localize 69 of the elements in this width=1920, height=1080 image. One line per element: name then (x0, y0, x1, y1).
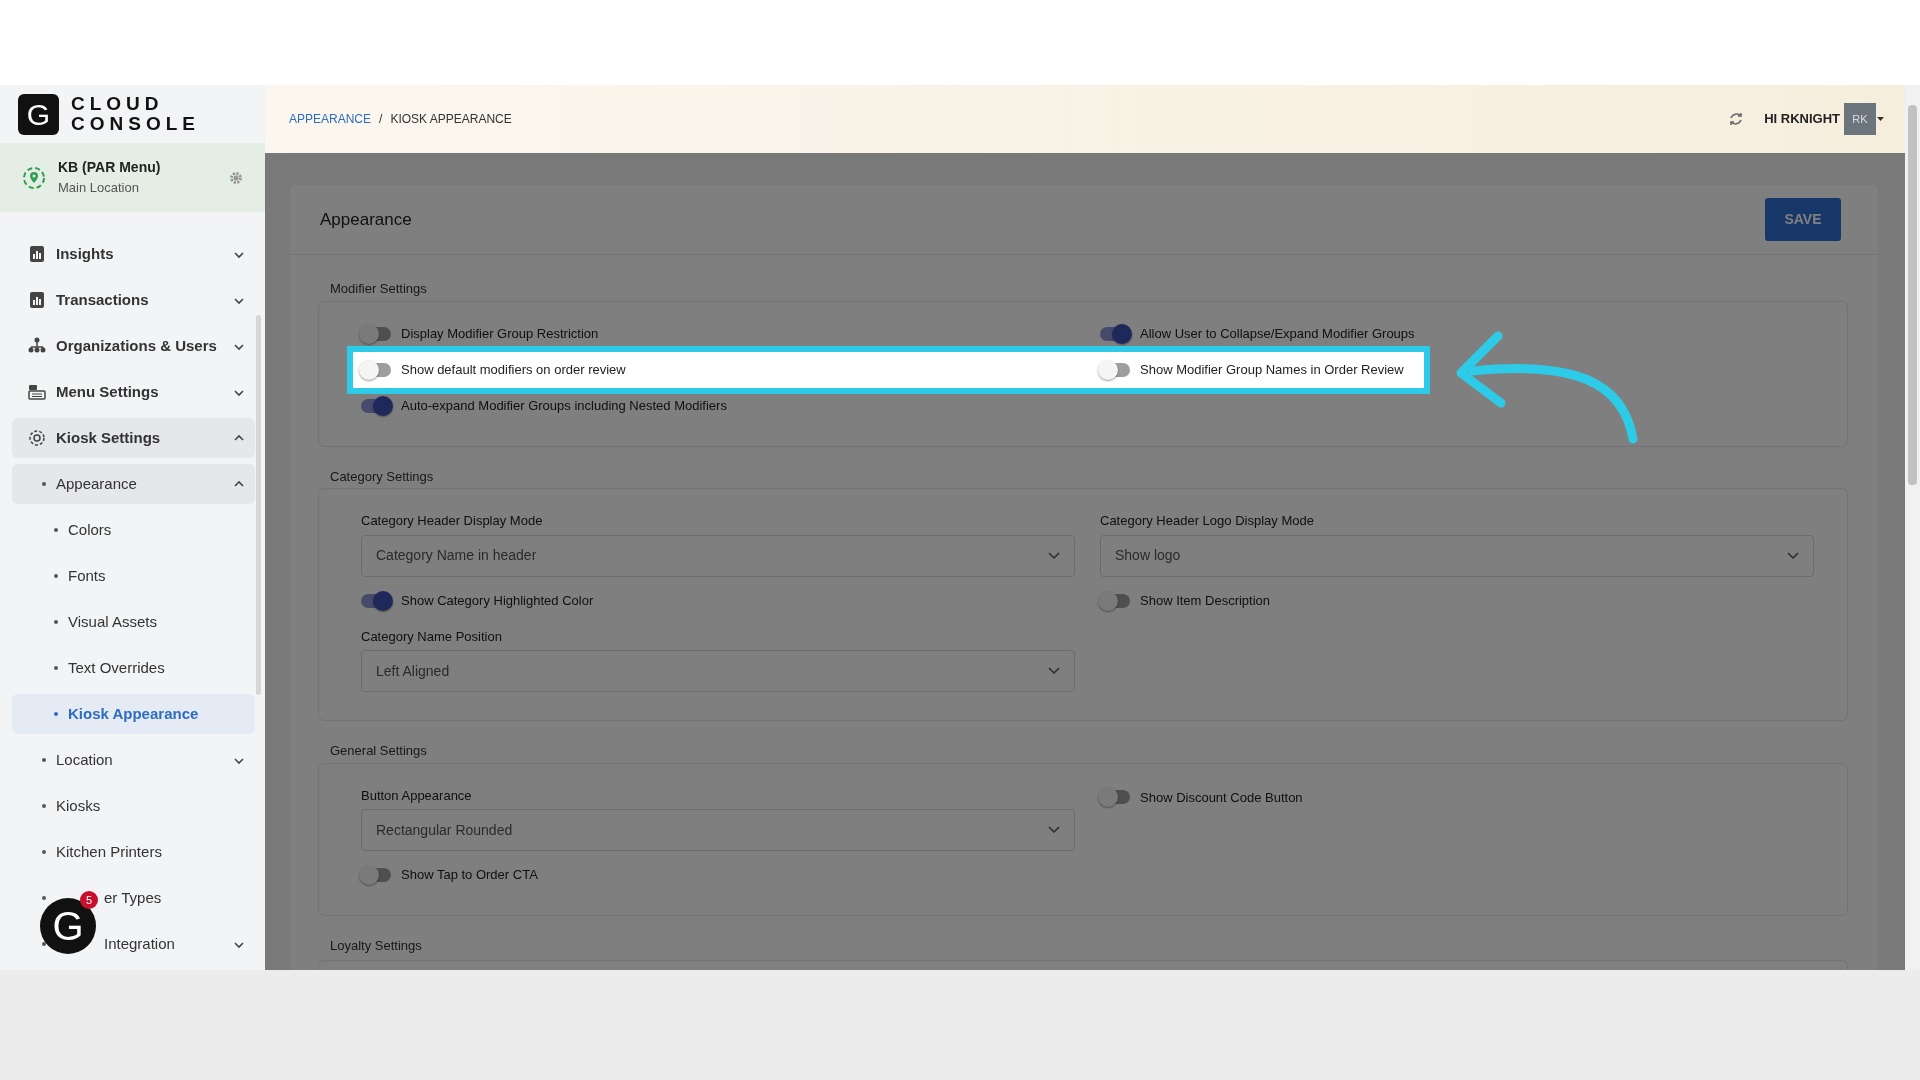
select-field[interactable]: Show logo (1100, 534, 1814, 577)
field-label: Button Appearance (361, 786, 473, 805)
section-title: Modifier Settings (330, 280, 428, 298)
sidebar-item[interactable]: Fonts (12, 556, 255, 596)
menu-icon (28, 244, 46, 264)
toggle-label: Auto-expand Modifier Groups including Nested Modifiers (401, 396, 727, 415)
chevron-down-icon (1048, 667, 1060, 675)
toggle-label: Show Discount Code Button (1140, 788, 1303, 807)
toggle-switch[interactable] (1100, 790, 1130, 805)
field-label: Category Header Display Mode (361, 512, 544, 530)
sidebar-item[interactable]: Insights (12, 234, 255, 274)
breadcrumb-link[interactable]: APPEARANCE (289, 110, 372, 128)
menu-icon (28, 428, 46, 448)
user-avatar[interactable]: RK (1844, 103, 1876, 135)
sidebar-item[interactable]: Text Overrides (12, 648, 255, 688)
toggle-label: Allow User to Collapse/Expand Modifier Groups (1140, 324, 1415, 343)
toggle-label: Show Item Description (1140, 591, 1271, 610)
toggle-switch[interactable] (1100, 326, 1130, 341)
field-label: Category Name Position (361, 627, 503, 646)
location-pin-icon (22, 165, 46, 190)
sidebar-item[interactable]: Kiosk Settings (12, 418, 255, 458)
sidebar-item[interactable]: Organizations & Users (12, 326, 255, 366)
sidebar-item[interactable]: Transactions (12, 280, 255, 320)
chevron-down-icon (1048, 826, 1060, 834)
location-name: KB (PAR Menu) (58, 158, 162, 178)
select-field[interactable]: Rectangular Rounded (361, 809, 1075, 851)
section-title: Category Settings (330, 467, 435, 486)
toggle-switch[interactable] (1100, 362, 1130, 377)
toggle-label: Show Category Highlighted Color (401, 591, 594, 610)
toggle-label: Show Tap to Order CTA (401, 866, 538, 885)
sidebar-item[interactable]: Appearance (12, 464, 255, 504)
sidebar-item[interactable]: Kiosk Appearance (12, 694, 255, 734)
toggle-label: Show Modifier Group Names in Order Review (1140, 360, 1404, 379)
select-field[interactable]: Category Name in header (361, 534, 1075, 577)
toggle-switch[interactable] (361, 362, 391, 377)
location-subtitle: Main Location (58, 179, 140, 198)
menu-icon (28, 290, 46, 310)
chevron-down-icon (1048, 551, 1060, 560)
sidebar-item[interactable]: Colors (12, 510, 255, 550)
logo-text: CLOUD (71, 94, 165, 115)
select-field[interactable]: Left Aligned (361, 650, 1075, 692)
breadcrumb-current: KIOSK APPEARANCE (390, 111, 512, 128)
logo-text: CONSOLE (71, 114, 200, 135)
toggle-switch[interactable] (361, 326, 391, 341)
page-title: Appearance (320, 208, 412, 231)
user-greeting: HI RKNIGHT (1764, 110, 1840, 129)
sidebar-item[interactable]: Menu Settings (12, 372, 255, 412)
settings-icon[interactable] (229, 170, 243, 185)
section-title: General Settings (330, 742, 428, 760)
menu-icon (28, 382, 46, 402)
refresh-icon[interactable] (1728, 111, 1745, 127)
chevron-down-icon (1787, 551, 1799, 560)
toggle-switch[interactable] (361, 593, 391, 608)
section-title: Loyalty Settings (330, 937, 423, 955)
field-label: Category Header Logo Display Mode (1100, 512, 1315, 530)
toggle-switch[interactable] (1100, 593, 1130, 608)
logo-mark: G (18, 93, 59, 135)
sidebar-item[interactable]: Kiosks (12, 786, 255, 826)
toggle-switch[interactable] (361, 398, 391, 413)
toggle-label: Display Modifier Group Restriction (401, 324, 599, 343)
scrollbar[interactable] (1908, 105, 1917, 485)
sidebar-item[interactable]: Visual Assets (12, 602, 255, 642)
toggle-switch[interactable] (361, 868, 391, 882)
scrollbar[interactable] (256, 315, 261, 695)
sidebar-item[interactable]: Kitchen Printers (12, 832, 255, 872)
sidebar-item[interactable]: Location (12, 740, 255, 780)
toggle-label: Show default modifiers on order review (401, 360, 626, 379)
caret-icon[interactable] (1876, 115, 1885, 123)
breadcrumb-separator: / (379, 111, 383, 128)
